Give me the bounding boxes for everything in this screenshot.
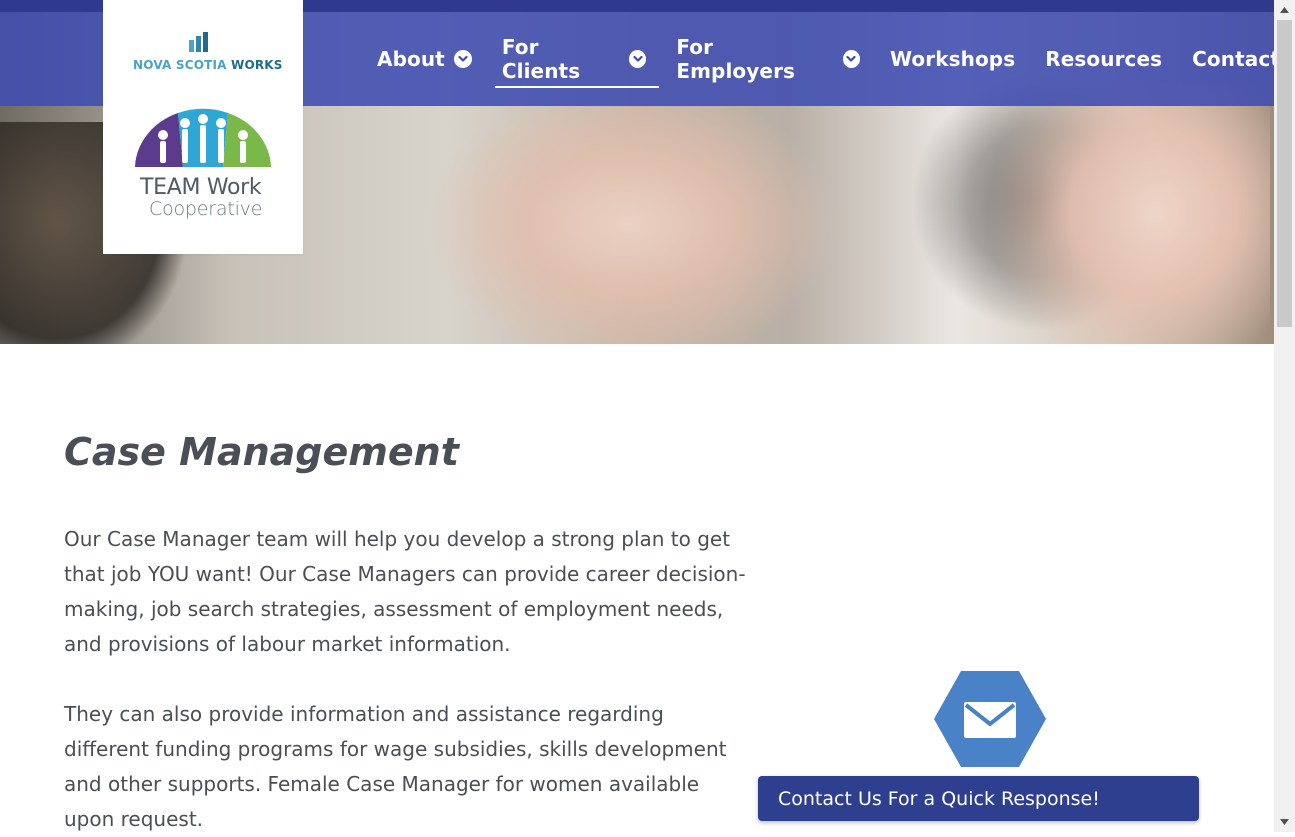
- nav-item-resources[interactable]: Resources: [1030, 12, 1177, 106]
- contact-quick-response-label: Contact Us For a Quick Response!: [778, 787, 1100, 810]
- nav-item-for-clients[interactable]: For Clients: [487, 12, 662, 106]
- chevron-down-icon[interactable]: [453, 50, 472, 68]
- chevron-down-icon[interactable]: [842, 50, 860, 68]
- nsw-part1: NOVA SCOTIA: [133, 58, 232, 72]
- details-paragraph: They can also provide information and as…: [64, 702, 727, 831]
- team-work-subtitle: Cooperative: [149, 198, 263, 220]
- main-content: Case Management Our Case Manager team wi…: [64, 430, 754, 831]
- nova-scotia-works-logo-icon: [189, 32, 208, 52]
- nova-scotia-works-wordmark: NOVA SCOTIA WORKS: [133, 58, 283, 72]
- nav-item-for-employers[interactable]: For Employers: [661, 12, 875, 106]
- envelope-icon[interactable]: [933, 669, 1047, 769]
- chevron-down-icon[interactable]: [628, 50, 647, 68]
- nav-item-label: Contact: [1192, 47, 1280, 71]
- nav-item-label: Resources: [1045, 47, 1163, 71]
- scroll-up-arrow-icon[interactable]: [1274, 0, 1295, 20]
- team-work-title: TEAM Work: [140, 175, 262, 200]
- vertical-scrollbar[interactable]: [1274, 0, 1295, 832]
- contact-quick-response-button[interactable]: Contact Us For a Quick Response!: [758, 776, 1199, 821]
- team-work-emblem-icon: [135, 108, 271, 167]
- nsw-part2: WORKS: [231, 58, 283, 72]
- hero-hands: [420, 107, 840, 344]
- intro-paragraph: Our Case Manager team will help you deve…: [64, 527, 746, 656]
- nav-item-label: About: [377, 47, 445, 71]
- nav-item-workshops[interactable]: Workshops: [875, 12, 1030, 106]
- nav-item-label: For Clients: [501, 35, 581, 83]
- nav-item-label: Workshops: [889, 47, 1016, 71]
- hero-face: [980, 82, 1270, 344]
- nav-item-about[interactable]: About: [362, 12, 487, 106]
- main-navigation: About For Clients For Employers Workshop…: [362, 12, 1295, 106]
- scrollbar-thumb[interactable]: [1277, 20, 1292, 327]
- scroll-down-arrow-icon[interactable]: [1274, 812, 1295, 832]
- page-title: Case Management: [64, 430, 459, 474]
- nav-item-label: For Employers: [676, 35, 796, 83]
